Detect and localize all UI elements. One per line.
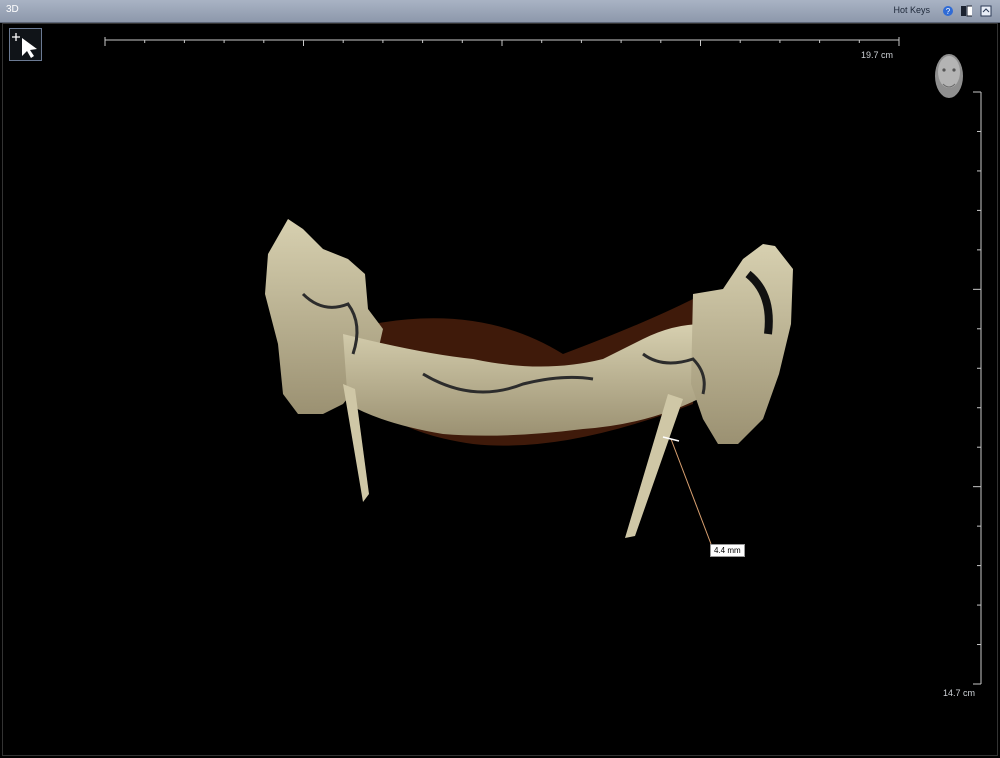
mandible-3d-render [265, 219, 793, 538]
vertical-scale-ruler [973, 91, 982, 685]
3d-viewport[interactable]: 19.7 cm 14.7 cm 4.4 mm [2, 23, 998, 756]
measurement-label: 4.4 mm [710, 544, 745, 557]
distance-measurement[interactable] [662, 436, 712, 545]
volume-render-canvas [104, 37, 982, 685]
export-icon[interactable] [980, 5, 992, 17]
svg-text:?: ? [946, 7, 951, 16]
window-titlebar: 3D Hot Keys ? [0, 0, 1000, 23]
layout-icon[interactable] [960, 5, 972, 17]
horizontal-scale-ruler [104, 37, 900, 46]
horizontal-scale-label: 19.7 cm [861, 50, 894, 60]
window-title: 3D [6, 4, 19, 15]
vertical-scale-label: 14.7 cm [943, 688, 976, 698]
hot-keys-link[interactable]: Hot Keys [893, 5, 930, 15]
help-icon[interactable]: ? [942, 5, 954, 17]
head-orientation-icon[interactable] [935, 54, 963, 98]
